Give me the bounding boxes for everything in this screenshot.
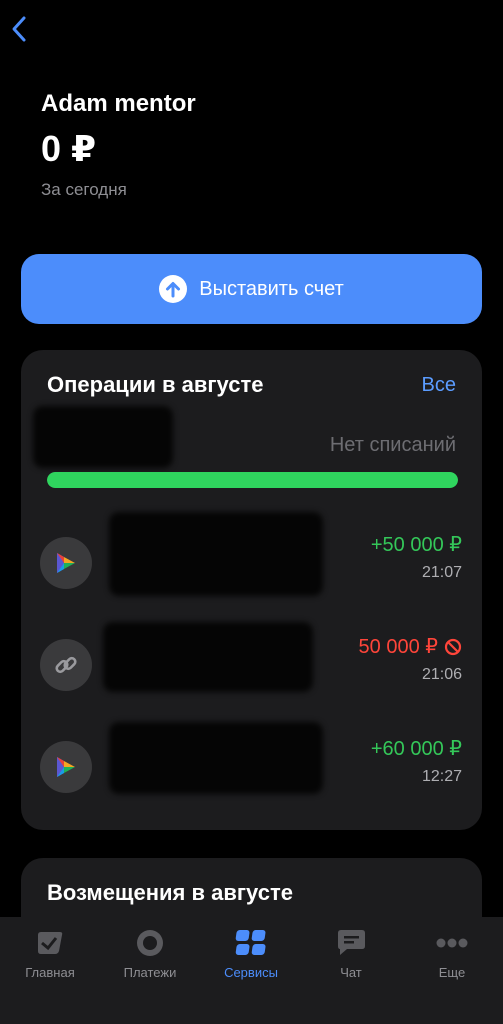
operation-row[interactable]: +60 000 ₽ 12:27 [21, 722, 482, 796]
issue-invoice-label: Выставить счет [199, 277, 344, 300]
operation-time: 21:07 [421, 564, 462, 581]
tab-payments[interactable]: Платежи [100, 929, 200, 980]
tab-more[interactable]: Еще [402, 929, 502, 980]
redacted-block [109, 512, 323, 596]
no-charges-label: Нет списаний [329, 434, 456, 456]
tab-home[interactable]: Главная [0, 929, 100, 980]
services-icon [235, 930, 266, 955]
operation-amount: +50 000 ₽ [370, 534, 462, 556]
all-operations-link[interactable]: Все [422, 374, 456, 397]
tab-bar: Главная Платежи Сервисы Чат Еще [0, 917, 503, 1024]
redacted-block [103, 622, 313, 692]
account-amount: 0 ₽ [41, 128, 97, 169]
account-title: Adam mentor [41, 90, 196, 117]
compensations-title: Возмещения в августе [47, 880, 293, 905]
tab-services[interactable]: Сервисы [201, 929, 301, 980]
back-chevron-icon[interactable] [8, 14, 32, 44]
period-label: За сегодня [41, 180, 127, 199]
declined-icon [444, 638, 462, 655]
operation-amount-wrap: 50 000 ₽ [359, 634, 462, 659]
redacted-block [33, 406, 173, 468]
tab-chat[interactable]: Чат [301, 929, 401, 980]
operation-time: 12:27 [421, 768, 462, 785]
more-icon [436, 938, 468, 948]
operation-time: 21:06 [421, 666, 462, 683]
tab-label: Чат [340, 965, 362, 980]
tab-label: Главная [25, 965, 75, 980]
sbp-icon [40, 741, 92, 793]
redacted-block [109, 722, 323, 794]
home-icon [38, 932, 63, 954]
tab-label: Сервисы [224, 965, 278, 980]
link-icon [40, 639, 92, 691]
arrow-up-circle-icon [159, 275, 188, 303]
operation-row[interactable]: 50 000 ₽ 21:06 [21, 622, 482, 694]
tab-label: Еще [438, 965, 466, 980]
issue-invoice-button[interactable]: Выставить счет [21, 254, 482, 324]
operation-amount: +60 000 ₽ [370, 738, 462, 760]
operation-row[interactable]: +50 000 ₽ 21:07 [21, 512, 482, 596]
payments-icon [137, 930, 163, 956]
operations-progress-bar [47, 472, 458, 488]
progress-fill [47, 472, 458, 488]
operations-title: Операции в августе [47, 372, 264, 397]
sbp-icon [40, 537, 92, 589]
operation-amount: 50 000 ₽ [358, 636, 438, 658]
tab-label: Платежи [123, 965, 177, 980]
chat-icon [338, 930, 365, 955]
operations-card: Операции в августе Все Нет списаний +50 … [21, 350, 482, 830]
